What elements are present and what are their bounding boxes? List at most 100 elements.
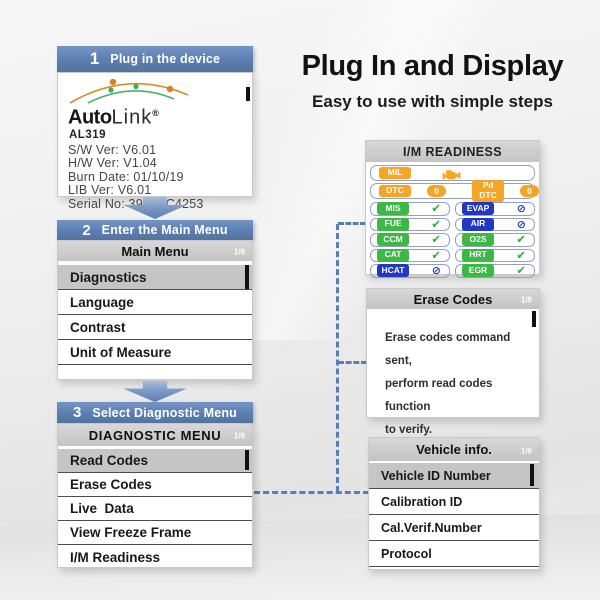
monitor-status-icon: ✔ [431, 216, 441, 231]
down-arrow-icon [123, 381, 187, 402]
monitor-badge: CCM [377, 233, 409, 247]
device-info-line: H/W Ver: V1.04 [68, 156, 157, 171]
step1-label: Plug in the device [110, 52, 221, 66]
menu-item-contrast[interactable]: Contrast [58, 315, 252, 340]
menu-item-language[interactable]: Language [58, 290, 252, 315]
monitor-status-icon: ✔ [431, 201, 441, 215]
im-readiness-title: I/M READINESS [366, 141, 539, 162]
dtc-row: DTC 0 Pd DTC 0 [370, 179, 539, 203]
step2-header: 2 Enter the Main Menu [57, 220, 253, 240]
monitor-row: HRT ✔ [455, 247, 535, 262]
connector-vertical-line [336, 224, 339, 492]
monitor-status-icon: ⊘ [431, 264, 441, 278]
scrollbar-thumb[interactable] [245, 450, 249, 470]
autolink-logo-arcs-icon [69, 78, 189, 104]
scrollbar-thumb[interactable] [532, 311, 536, 327]
monitor-badge: HRT [462, 248, 494, 262]
diagnostic-menu-list: Read Codes Erase Codes Live Data View Fr… [58, 446, 252, 569]
menu-item-read-codes[interactable]: Read Codes [58, 449, 252, 473]
monitor-status-icon: ⊘ [516, 217, 526, 231]
monitor-row: EVAP ⊘ [455, 202, 535, 216]
step2-number: 2 [82, 221, 91, 239]
diagnostic-menu-screen: DIAGNOSTIC MENU 1/8 Read Codes Erase Cod… [57, 423, 253, 568]
device-info-line: LIB Ver: V6.01 [68, 183, 152, 198]
page-indicator: 1/8 [520, 446, 532, 456]
registered-mark: ® [152, 108, 159, 118]
mil-row: MIL [370, 165, 535, 181]
monitor-status-icon: ✔ [516, 263, 526, 277]
page-subtitle: Easy to use with simple steps [312, 92, 553, 111]
main-menu-screen: Main Menu 1/8 Diagnostics Language Contr… [57, 240, 253, 380]
monitor-badge: FUE [377, 217, 409, 231]
mil-badge: MIL [379, 166, 411, 180]
pd-dtc-count: 0 [520, 185, 539, 197]
page-title: Plug In and Display [301, 50, 564, 82]
page-canvas: 1 Plug in the device AutoLink® AL319 S/W… [0, 0, 600, 600]
vehicle-info-screen: Vehicle info. 1/8 Vehicle ID Number Cali… [368, 437, 540, 570]
monitor-status-icon: ✔ [431, 247, 441, 262]
menu-item-live-data[interactable]: Live Data [58, 497, 252, 521]
monitor-row: HCAT ⊘ [370, 264, 450, 278]
erase-codes-message: Erase codes command sent, perform read c… [367, 309, 539, 442]
monitor-badge: HCAT [377, 264, 409, 278]
monitor-badge: EVAP [462, 202, 494, 216]
menu-item-diagnostics[interactable]: Diagnostics [58, 265, 252, 290]
monitor-status-icon: ✔ [516, 247, 526, 262]
step3-header: 3 Select Diagnostic Menu [57, 402, 253, 423]
device-info-line: Burn Date: 01/10/19 [68, 169, 184, 184]
vehicle-info-titlebar: Vehicle info. 1/8 [369, 438, 539, 461]
monitor-row: O2S ✔ [455, 233, 535, 247]
page-indicator: 1/8 [233, 247, 245, 257]
im-readiness-screen: I/M READINESS MIL DTC 0 Pd DTC 0 MIS ✔ E… [365, 140, 540, 278]
main-menu-list: Diagnostics Language Contrast Unit of Me… [58, 261, 252, 365]
menu-item-erase-codes[interactable]: Erase Codes [58, 473, 252, 497]
device-info-screen: AutoLink® AL319 S/W Ver: V6.01 H/W Ver: … [57, 72, 253, 211]
monitor-badge: O2S [462, 233, 494, 247]
connector-to-erase-codes [338, 361, 367, 364]
device-model: AL319 [69, 128, 107, 141]
monitor-grid: MIS ✔ EVAP ⊘ FUE ✔ AIR ⊘ CCM ✔ O2S ✔ CAT… [370, 202, 535, 278]
list-item-vehicle-id-number[interactable]: Vehicle ID Number [369, 463, 539, 489]
im-readiness-body: MIL DTC 0 Pd DTC 0 MIS ✔ EVAP ⊘ FUE ✔ AI… [366, 162, 539, 282]
dtc-count: 0 [427, 185, 446, 197]
dtc-badge: DTC [379, 184, 411, 198]
step1-number: 1 [89, 49, 100, 68]
brand-link-text: Link [111, 106, 153, 129]
step1-header: 1 Plug in the device [57, 46, 253, 72]
diagnostic-menu-titlebar: DIAGNOSTIC MENU 1/8 [58, 424, 252, 446]
monitor-row: CCM ✔ [370, 233, 450, 247]
menu-item-view-freeze-frame[interactable]: View Freeze Frame [58, 521, 252, 545]
main-menu-title: Main Menu [121, 243, 189, 259]
erase-codes-title: Erase Codes [413, 291, 493, 307]
page-indicator: 1/8 [520, 295, 532, 305]
menu-item-im-readiness[interactable]: I/M Readiness [58, 545, 252, 569]
vehicle-info-list: Vehicle ID Number Calibration ID Cal.Ver… [369, 461, 539, 567]
step3-number: 3 [72, 404, 82, 421]
step3-label: Select Diagnostic Menu [92, 405, 238, 420]
title-block: Plug In and Display Easy to use with sim… [285, 50, 580, 112]
list-item-calibration-id[interactable]: Calibration ID [369, 489, 539, 515]
monitor-badge: EGR [462, 264, 494, 278]
list-item-protocol[interactable]: Protocol [369, 541, 539, 567]
erase-codes-titlebar: Erase Codes 1/8 [367, 289, 539, 309]
scrollbar-thumb[interactable] [245, 265, 249, 289]
scrollbar-thumb[interactable] [530, 464, 534, 486]
step2-label: Enter the Main Menu [101, 223, 228, 237]
monitor-row: FUE ✔ [370, 216, 450, 231]
device-info-body: AutoLink® AL319 S/W Ver: V6.01 H/W Ver: … [58, 73, 252, 211]
monitor-status-icon: ✔ [431, 232, 441, 246]
erase-codes-screen: Erase Codes 1/8 Erase codes command sent… [366, 288, 540, 436]
connector-to-im-readiness [338, 222, 366, 225]
monitor-status-icon: ✔ [516, 232, 526, 246]
monitor-row: AIR ⊘ [455, 217, 535, 231]
monitor-row: MIS ✔ [370, 202, 450, 216]
erase-codes-line: Erase codes command sent, [385, 332, 511, 367]
diagnostic-menu-title: DIAGNOSTIC MENU [88, 427, 222, 443]
page-indicator: 1/8 [233, 431, 245, 441]
scrollbar-thumb[interactable] [246, 87, 250, 101]
monitor-row: CAT ✔ [370, 247, 450, 262]
list-item-cal-verif-number[interactable]: Cal.Verif.Number [369, 515, 539, 541]
menu-item-unit-of-measure[interactable]: Unit of Measure [58, 340, 252, 365]
connector-to-vehicle-info [254, 491, 369, 494]
monitor-row: EGR ✔ [455, 264, 535, 278]
